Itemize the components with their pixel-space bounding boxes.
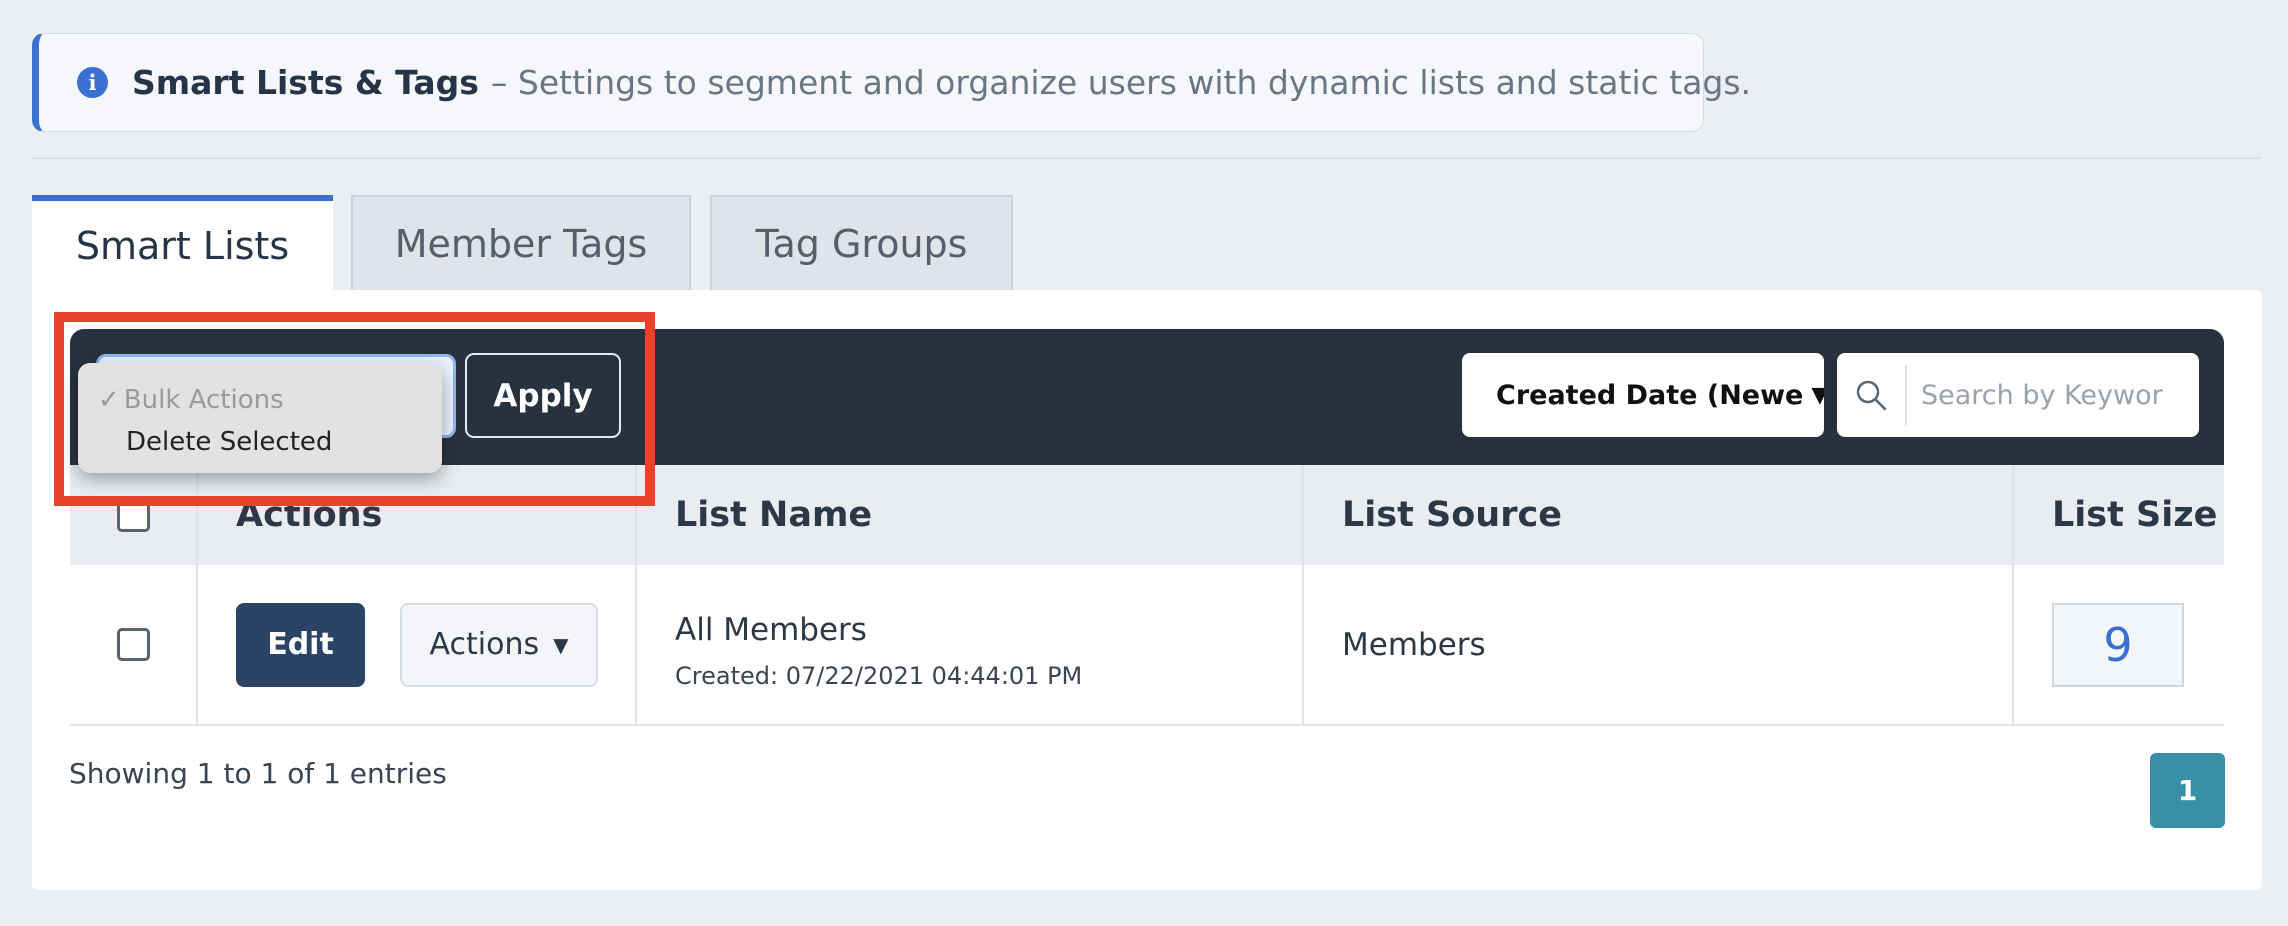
search-input[interactable] — [1907, 379, 2187, 411]
header-list-source[interactable]: List Source — [1304, 465, 2014, 565]
tab-member-tags[interactable]: Member Tags — [351, 195, 691, 291]
header-list-name-label: List Name — [675, 495, 873, 535]
caret-down-icon: ▼ — [553, 632, 569, 657]
header-list-size-label: List Size — [2052, 495, 2218, 535]
banner-title: Smart Lists & Tags — [132, 63, 479, 102]
tab-tag-groups[interactable]: Tag Groups — [710, 195, 1013, 291]
entries-info: Showing 1 to 1 of 1 entries — [69, 757, 447, 790]
edit-button[interactable]: Edit — [236, 602, 365, 687]
list-source-cell: Members — [1304, 565, 2014, 724]
highlight-box — [54, 312, 655, 506]
caret-down-icon: ▼ — [1811, 382, 1824, 408]
row-select-cell — [70, 565, 198, 724]
search-box[interactable] — [1837, 353, 2199, 437]
list-name: All Members — [675, 611, 867, 648]
row-actions-dropdown[interactable]: Actions ▼ — [400, 602, 598, 687]
section-divider — [32, 157, 2262, 159]
sort-select-value: Created Date (Newe — [1496, 379, 1804, 411]
pagination-page-1[interactable]: 1 — [2150, 753, 2225, 828]
list-source: Members — [1342, 626, 1486, 663]
row-actions-cell: Edit Actions ▼ — [198, 565, 637, 724]
list-name-cell: All Members Created: 07/22/2021 04:44:01… — [637, 565, 1304, 724]
header-list-size[interactable]: List Size — [2014, 465, 2224, 565]
search-icon — [1837, 365, 1907, 425]
row-checkbox[interactable] — [116, 628, 150, 661]
row-actions-label: Actions — [429, 627, 540, 662]
info-banner: i Smart Lists & Tags – Settings to segme… — [32, 33, 1751, 132]
list-size-link[interactable]: 9 — [2052, 602, 2184, 687]
header-list-source-label: List Source — [1342, 495, 1562, 535]
tab-smart-lists[interactable]: Smart Lists — [32, 195, 333, 291]
header-list-name[interactable]: List Name — [637, 465, 1304, 565]
banner-description: – Settings to segment and organize users… — [490, 63, 1752, 102]
list-created-date: Created: 07/22/2021 04:44:01 PM — [675, 661, 1083, 690]
list-size-cell: 9 — [2014, 565, 2224, 724]
sort-select[interactable]: Created Date (Newe ▼ — [1462, 353, 1824, 437]
table-row: Edit Actions ▼ All Members Created: 07/2… — [70, 565, 2224, 726]
info-icon: i — [77, 67, 108, 98]
